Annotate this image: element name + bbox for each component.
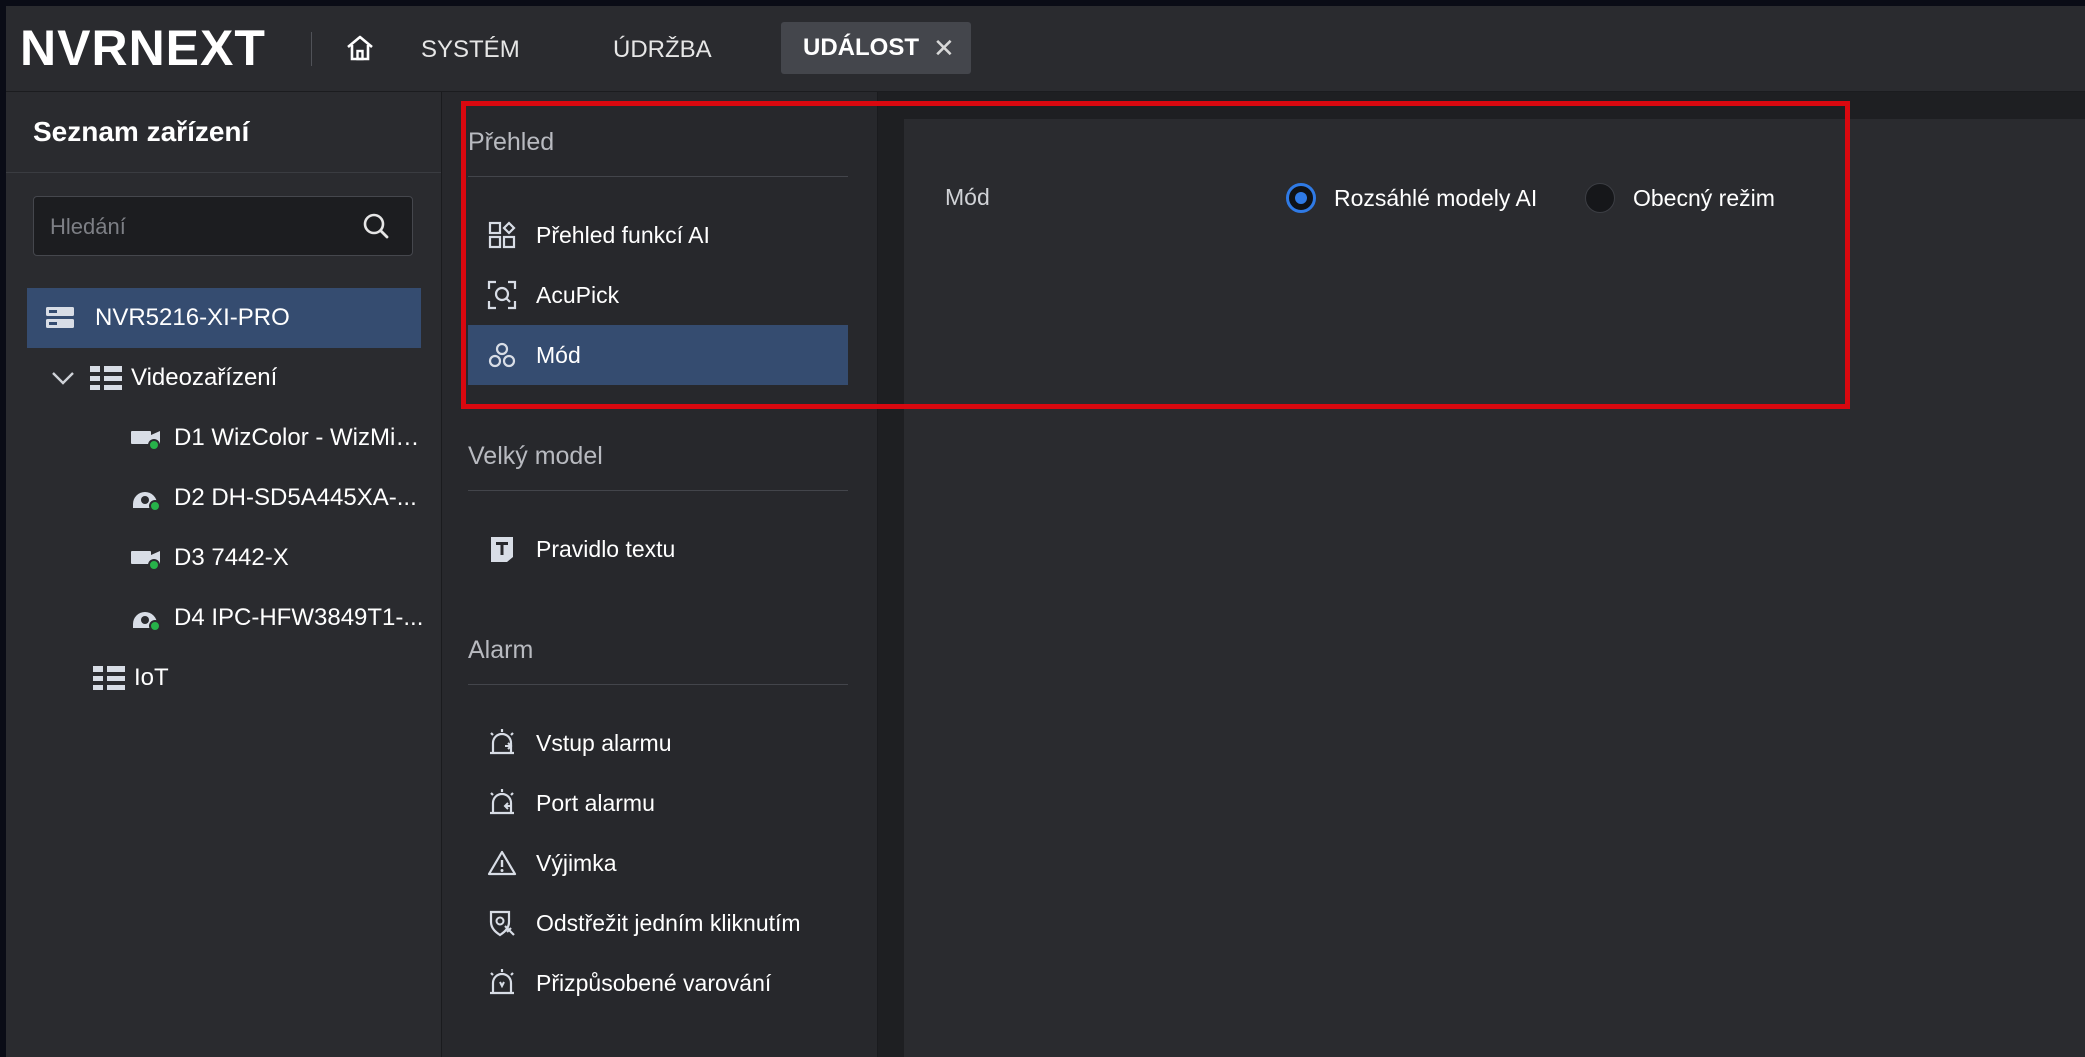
app-window: NVRNEXT SYSTÉM ÚDRŽBA UDÁLOST ✕ Seznam z… xyxy=(6,6,2085,1057)
tree-item-device-d3[interactable]: D3 7442-X xyxy=(130,528,430,588)
radio-button-unchecked[interactable] xyxy=(1585,183,1615,213)
menu-item-label: Výjimka xyxy=(536,849,617,876)
logo-divider xyxy=(311,32,312,66)
radio-option-general-mode[interactable]: Obecný režim xyxy=(1585,178,1775,218)
tree-item-nvr[interactable]: NVR5216-XI-PRO xyxy=(27,288,421,348)
dome-camera-online-icon xyxy=(130,604,162,632)
menu-item-label: Odstřežit jedním kliknutím xyxy=(536,909,801,936)
top-navigation-bar: NVRNEXT SYSTÉM ÚDRŽBA UDÁLOST ✕ xyxy=(6,6,2085,92)
menu-item-exception[interactable]: Výjimka xyxy=(468,833,848,893)
text-rule-icon xyxy=(486,533,518,565)
device-list-panel: Seznam zařízení NVR5216-XI-PRO Videozaří… xyxy=(6,92,442,1057)
tree-item-device-d1[interactable]: D1 WizColor - WizMind... xyxy=(130,408,430,468)
menu-item-label: Přizpůsobené varování xyxy=(536,969,772,996)
tree-item-label: D3 7442-X xyxy=(174,544,289,571)
camera-online-icon xyxy=(130,545,162,571)
camera-online-icon xyxy=(130,425,162,451)
tree-item-label: Videozařízení xyxy=(131,364,278,391)
menu-item-label: AcuPick xyxy=(536,281,620,308)
menu-item-custom-warning[interactable]: Přizpůsobené varování xyxy=(468,953,848,1013)
search-field[interactable] xyxy=(33,196,413,257)
home-button[interactable] xyxy=(342,30,378,66)
radio-option-label: Rozsáhlé modely AI xyxy=(1334,184,1538,211)
menu-item-mode[interactable]: Mód xyxy=(468,325,848,385)
alarm-bell-icon xyxy=(486,967,518,999)
warning-triangle-icon xyxy=(486,847,518,879)
home-icon xyxy=(347,35,373,61)
shield-disarm-icon xyxy=(486,907,518,939)
nav-maintenance[interactable]: ÚDRŽBA xyxy=(613,28,712,72)
menu-item-ai-overview[interactable]: Přehled funkcí AI xyxy=(468,205,848,265)
menu-item-alarm-port[interactable]: Port alarmu xyxy=(468,773,848,833)
radio-option-label: Obecný režim xyxy=(1633,184,1775,211)
tree-item-label: D4 IPC-HFW3849T1-... xyxy=(174,604,424,631)
divider xyxy=(468,490,848,491)
menu-item-one-click-disarm[interactable]: Odstřežit jedním kliknutím xyxy=(468,893,848,953)
divider xyxy=(6,172,441,173)
mode-circles-icon xyxy=(486,339,518,371)
mode-field-label: Mód xyxy=(945,184,990,210)
event-menu-panel: Přehled Přehled funkcí AI AcuPick Mód Ve… xyxy=(442,92,878,1057)
tree-item-device-d2[interactable]: D2 DH-SD5A445XA-... xyxy=(130,468,420,528)
radio-button-checked[interactable] xyxy=(1286,183,1316,213)
server-icon xyxy=(45,305,75,331)
alarm-input-icon xyxy=(486,727,518,759)
tree-item-iot[interactable]: IoT xyxy=(92,648,392,708)
section-title-alarm: Alarm xyxy=(468,636,534,664)
tree-item-device-d4[interactable]: D4 IPC-HFW3849T1-... xyxy=(130,588,426,648)
section-title-overview: Přehled xyxy=(468,128,555,156)
dome-camera-online-icon xyxy=(130,484,162,512)
device-tree-icon xyxy=(92,664,126,692)
target-scan-icon xyxy=(486,279,518,311)
search-icon[interactable] xyxy=(362,212,390,240)
nav-system[interactable]: SYSTÉM xyxy=(421,28,520,72)
divider xyxy=(468,684,848,685)
tree-item-video-devices[interactable]: Videozařízení xyxy=(27,348,421,408)
tab-event[interactable]: UDÁLOST ✕ xyxy=(781,22,971,74)
device-tree-icon xyxy=(89,364,123,392)
radio-option-large-ai-models[interactable]: Rozsáhlé modely AI xyxy=(1286,178,1537,218)
alarm-output-icon xyxy=(486,787,518,819)
tab-event-label: UDÁLOST xyxy=(803,34,919,61)
tree-item-label: D2 DH-SD5A445XA-... xyxy=(174,484,417,511)
menu-item-label: Vstup alarmu xyxy=(536,729,672,756)
menu-item-label: Pravidlo textu xyxy=(536,535,676,562)
menu-item-acupick[interactable]: AcuPick xyxy=(468,265,848,325)
chevron-down-icon[interactable] xyxy=(51,370,75,386)
close-icon[interactable]: ✕ xyxy=(933,33,955,64)
menu-item-label: Port alarmu xyxy=(536,789,655,816)
divider xyxy=(468,176,848,177)
mode-settings-card xyxy=(904,119,2085,1057)
menu-item-label: Mód xyxy=(536,341,581,368)
tree-item-label: D1 WizColor - WizMind... xyxy=(174,424,430,451)
menu-item-label: Přehled funkcí AI xyxy=(536,221,710,248)
brand-logo: NVRNEXT xyxy=(20,20,266,76)
search-input[interactable] xyxy=(48,197,352,257)
tree-item-label: IoT xyxy=(134,664,169,691)
menu-item-text-rule[interactable]: Pravidlo textu xyxy=(468,519,848,579)
menu-item-alarm-input[interactable]: Vstup alarmu xyxy=(468,713,848,773)
grid-icon xyxy=(486,219,518,251)
tree-item-label: NVR5216-XI-PRO xyxy=(95,304,290,331)
panel-title: Seznam zařízení xyxy=(33,116,250,147)
section-title-large-model: Velký model xyxy=(468,442,603,470)
